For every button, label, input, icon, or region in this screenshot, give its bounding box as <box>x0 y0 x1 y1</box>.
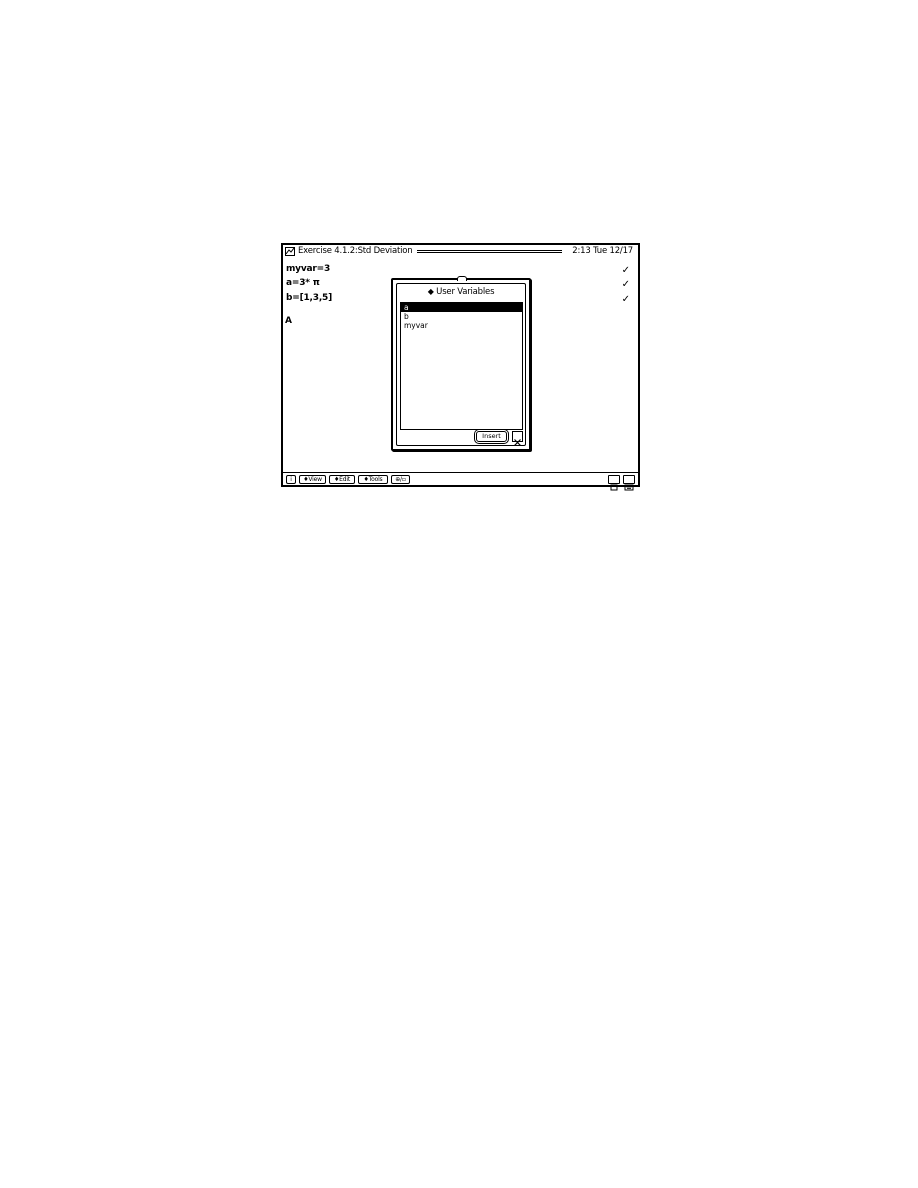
entry-line[interactable]: b=[1,3,5] <box>286 293 332 304</box>
tools-menu-button[interactable]: ♦Tools <box>358 475 388 484</box>
keyboard-icon <box>624 484 634 491</box>
title-divider <box>417 250 562 253</box>
close-icon <box>514 439 521 446</box>
input-prompt[interactable]: A <box>285 316 292 327</box>
close-button[interactable] <box>512 431 523 446</box>
check-icon: ✓ <box>621 294 630 305</box>
title-bar: Exercise 4.1.2:Std Deviation 2:13 Tue 12… <box>283 245 638 259</box>
entry-line[interactable]: myvar=3 <box>286 264 330 275</box>
document-button[interactable] <box>608 475 620 491</box>
dialog-title-text: User Variables <box>436 287 495 297</box>
check-icon: ✓ <box>621 279 630 290</box>
variable-list[interactable]: a b myvar <box>400 302 523 430</box>
bottom-toolbar: i ♦View ♦Edit ♦Tools ⊕/▫ <box>283 472 638 491</box>
dialog-grip-handle[interactable] <box>457 276 467 281</box>
document-icon <box>610 484 618 491</box>
mode-toggle-button[interactable]: ⊕/▫ <box>391 475 410 484</box>
dialog-title: ◆ User Variables <box>393 286 529 298</box>
entry-line[interactable]: a=3* π <box>286 278 320 289</box>
insert-button[interactable]: Insert <box>476 431 507 442</box>
list-item[interactable]: b <box>401 312 522 321</box>
device-screen: Exercise 4.1.2:Std Deviation 2:13 Tue 12… <box>281 243 640 491</box>
document-title: Exercise 4.1.2:Std Deviation <box>298 246 413 256</box>
check-icon: ✓ <box>621 265 630 276</box>
edit-menu-button[interactable]: ♦Edit <box>329 475 355 484</box>
app-icon[interactable] <box>285 247 295 256</box>
clock: 2:13 Tue 12/17 <box>572 246 633 256</box>
info-button[interactable]: i <box>286 475 296 484</box>
dialog-buttons: Insert <box>463 430 523 446</box>
view-menu-button[interactable]: ♦View <box>299 475 326 484</box>
list-item[interactable]: myvar <box>401 321 522 330</box>
keyboard-button[interactable] <box>623 475 635 491</box>
diamond-icon: ◆ <box>427 287 434 296</box>
list-item[interactable]: a <box>401 303 522 312</box>
user-variables-dialog: ◆ User Variables a b myvar Insert <box>391 276 531 451</box>
